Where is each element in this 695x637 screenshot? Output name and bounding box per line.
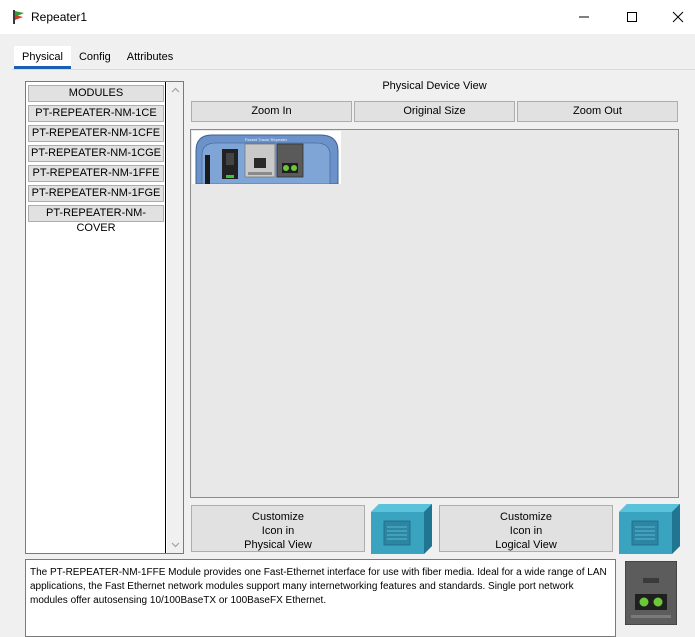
physical-view-icon[interactable] [371, 504, 432, 554]
physical-device-view-title: Physical Device View [382, 80, 487, 92]
device-label: Packet Tracer Repeater [245, 137, 288, 142]
customize-physical-line1: Customize [252, 511, 304, 523]
original-size-button[interactable]: Original Size [354, 101, 515, 122]
repeater-app-icon [11, 9, 27, 25]
module-item-1fge[interactable]: PT-REPEATER-NM-1FGE [28, 185, 164, 202]
customize-logical-line2: Icon in [509, 525, 543, 537]
module-item-1cge[interactable]: PT-REPEATER-NM-1CGE [28, 145, 164, 162]
customize-physical-icon-button[interactable]: Customize Icon in Physical View [191, 505, 365, 552]
tab-config[interactable]: Config [70, 46, 119, 69]
modules-panel: MODULES PT-REPEATER-NM-1CE PT-REPEATER-N… [25, 81, 184, 554]
tab-physical[interactable]: Physical [14, 46, 71, 69]
module-description: The PT-REPEATER-NM-1FFE Module provides … [25, 559, 616, 637]
tab-attributes[interactable]: Attributes [118, 46, 182, 69]
modules-header[interactable]: MODULES [28, 85, 164, 102]
module-item-1cfe[interactable]: PT-REPEATER-NM-1CFE [28, 125, 164, 142]
customize-physical-line3: Physical View [244, 539, 312, 551]
module-item-1ffe[interactable]: PT-REPEATER-NM-1FFE [28, 165, 164, 182]
customize-logical-icon-button[interactable]: Customize Icon in Logical View [439, 505, 613, 552]
minimize-button[interactable] [561, 0, 607, 34]
customize-physical-line2: Icon in [261, 525, 295, 537]
module-item-1ce[interactable]: PT-REPEATER-NM-1CE [28, 105, 164, 122]
window-body: Physical Config Attributes MODULES PT-RE… [0, 34, 695, 637]
module-preview-image [624, 560, 678, 626]
customize-logical-line1: Customize [500, 511, 552, 523]
repeater-device-image[interactable]: Packet Tracer Repeater [192, 131, 341, 185]
zoom-out-button[interactable]: Zoom Out [517, 101, 678, 122]
logical-view-icon[interactable] [619, 504, 680, 554]
zoom-in-button[interactable]: Zoom In [191, 101, 352, 122]
maximize-button[interactable] [609, 0, 655, 34]
modules-scrollbar[interactable] [167, 82, 183, 553]
scroll-up-icon[interactable] [167, 82, 183, 98]
modules-list: MODULES PT-REPEATER-NM-1CE PT-REPEATER-N… [26, 82, 166, 553]
customize-logical-line3: Logical View [495, 539, 557, 551]
tab-bar: Physical Config Attributes [14, 46, 182, 70]
physical-device-canvas[interactable]: Packet Tracer Repeater [190, 129, 679, 498]
tab-divider [12, 69, 695, 70]
title-bar: Repeater1 [0, 0, 695, 34]
window-title: Repeater1 [31, 10, 88, 24]
scroll-down-icon[interactable] [167, 537, 183, 553]
close-button[interactable] [655, 0, 695, 34]
module-item-cover[interactable]: PT-REPEATER-NM-COVER [28, 205, 164, 234]
